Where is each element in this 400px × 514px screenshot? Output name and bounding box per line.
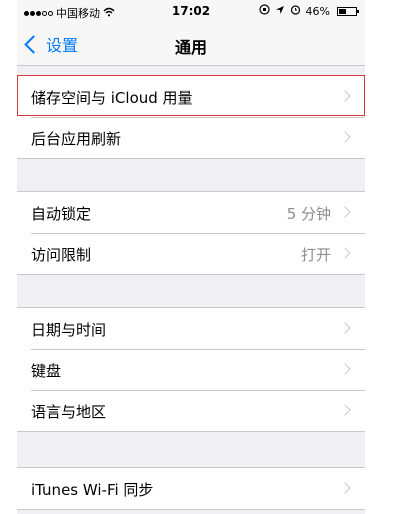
chevron-right-icon: [339, 482, 351, 494]
chevron-right-icon: [339, 247, 351, 259]
row-keyboard[interactable]: 键盘: [17, 349, 365, 390]
phone-screen: 中国移动 17:02 46% 设置 通用 储存空间与 iCloud 用量 后台应…: [17, 0, 365, 514]
page-title: 通用: [174, 38, 207, 57]
row-label: 访问限制: [31, 246, 92, 264]
battery-percent: 46%: [305, 4, 330, 18]
status-bar: 中国移动 17:02 46%: [17, 0, 365, 22]
row-storage-icloud[interactable]: 储存空间与 iCloud 用量: [17, 76, 365, 117]
alarm-icon: [290, 4, 301, 18]
row-label: 日期与时间: [31, 321, 107, 339]
row-label: 语言与地区: [31, 403, 107, 421]
chevron-right-icon: [339, 404, 351, 416]
row-auto-lock[interactable]: 自动锁定 5 分钟: [17, 192, 365, 233]
row-label: 后台应用刷新: [31, 130, 122, 148]
chevron-right-icon: [339, 322, 351, 334]
row-label: 储存空间与 iCloud 用量: [31, 89, 193, 107]
row-value: 打开: [300, 246, 331, 264]
chevron-right-icon: [339, 131, 351, 143]
row-label: 自动锁定: [31, 205, 92, 223]
row-value: 5 分钟: [286, 205, 331, 223]
row-language-region[interactable]: 语言与地区: [17, 390, 365, 431]
navigation-bar: 设置 通用: [17, 22, 365, 66]
row-background-refresh[interactable]: 后台应用刷新: [17, 117, 365, 158]
row-itunes-wifi-sync[interactable]: iTunes Wi-Fi 同步: [17, 468, 365, 509]
chevron-right-icon: [339, 363, 351, 375]
location-icon: [275, 5, 285, 18]
settings-group-locale: 日期与时间 键盘 语言与地区: [17, 307, 365, 432]
status-right: 46%: [258, 4, 359, 18]
row-date-time[interactable]: 日期与时间: [17, 308, 365, 349]
chevron-right-icon: [339, 90, 351, 102]
chevron-right-icon: [339, 206, 351, 218]
row-label: 键盘: [31, 362, 62, 380]
battery-icon: [337, 6, 359, 16]
settings-group-lock: 自动锁定 5 分钟 访问限制 打开: [17, 191, 365, 275]
settings-group-storage: 储存空间与 iCloud 用量 后台应用刷新: [17, 75, 365, 159]
settings-group-sync: iTunes Wi-Fi 同步: [17, 467, 365, 510]
row-label: iTunes Wi-Fi 同步: [31, 481, 154, 499]
orientation-lock-icon: [258, 4, 270, 18]
row-restrictions[interactable]: 访问限制 打开: [17, 233, 365, 274]
